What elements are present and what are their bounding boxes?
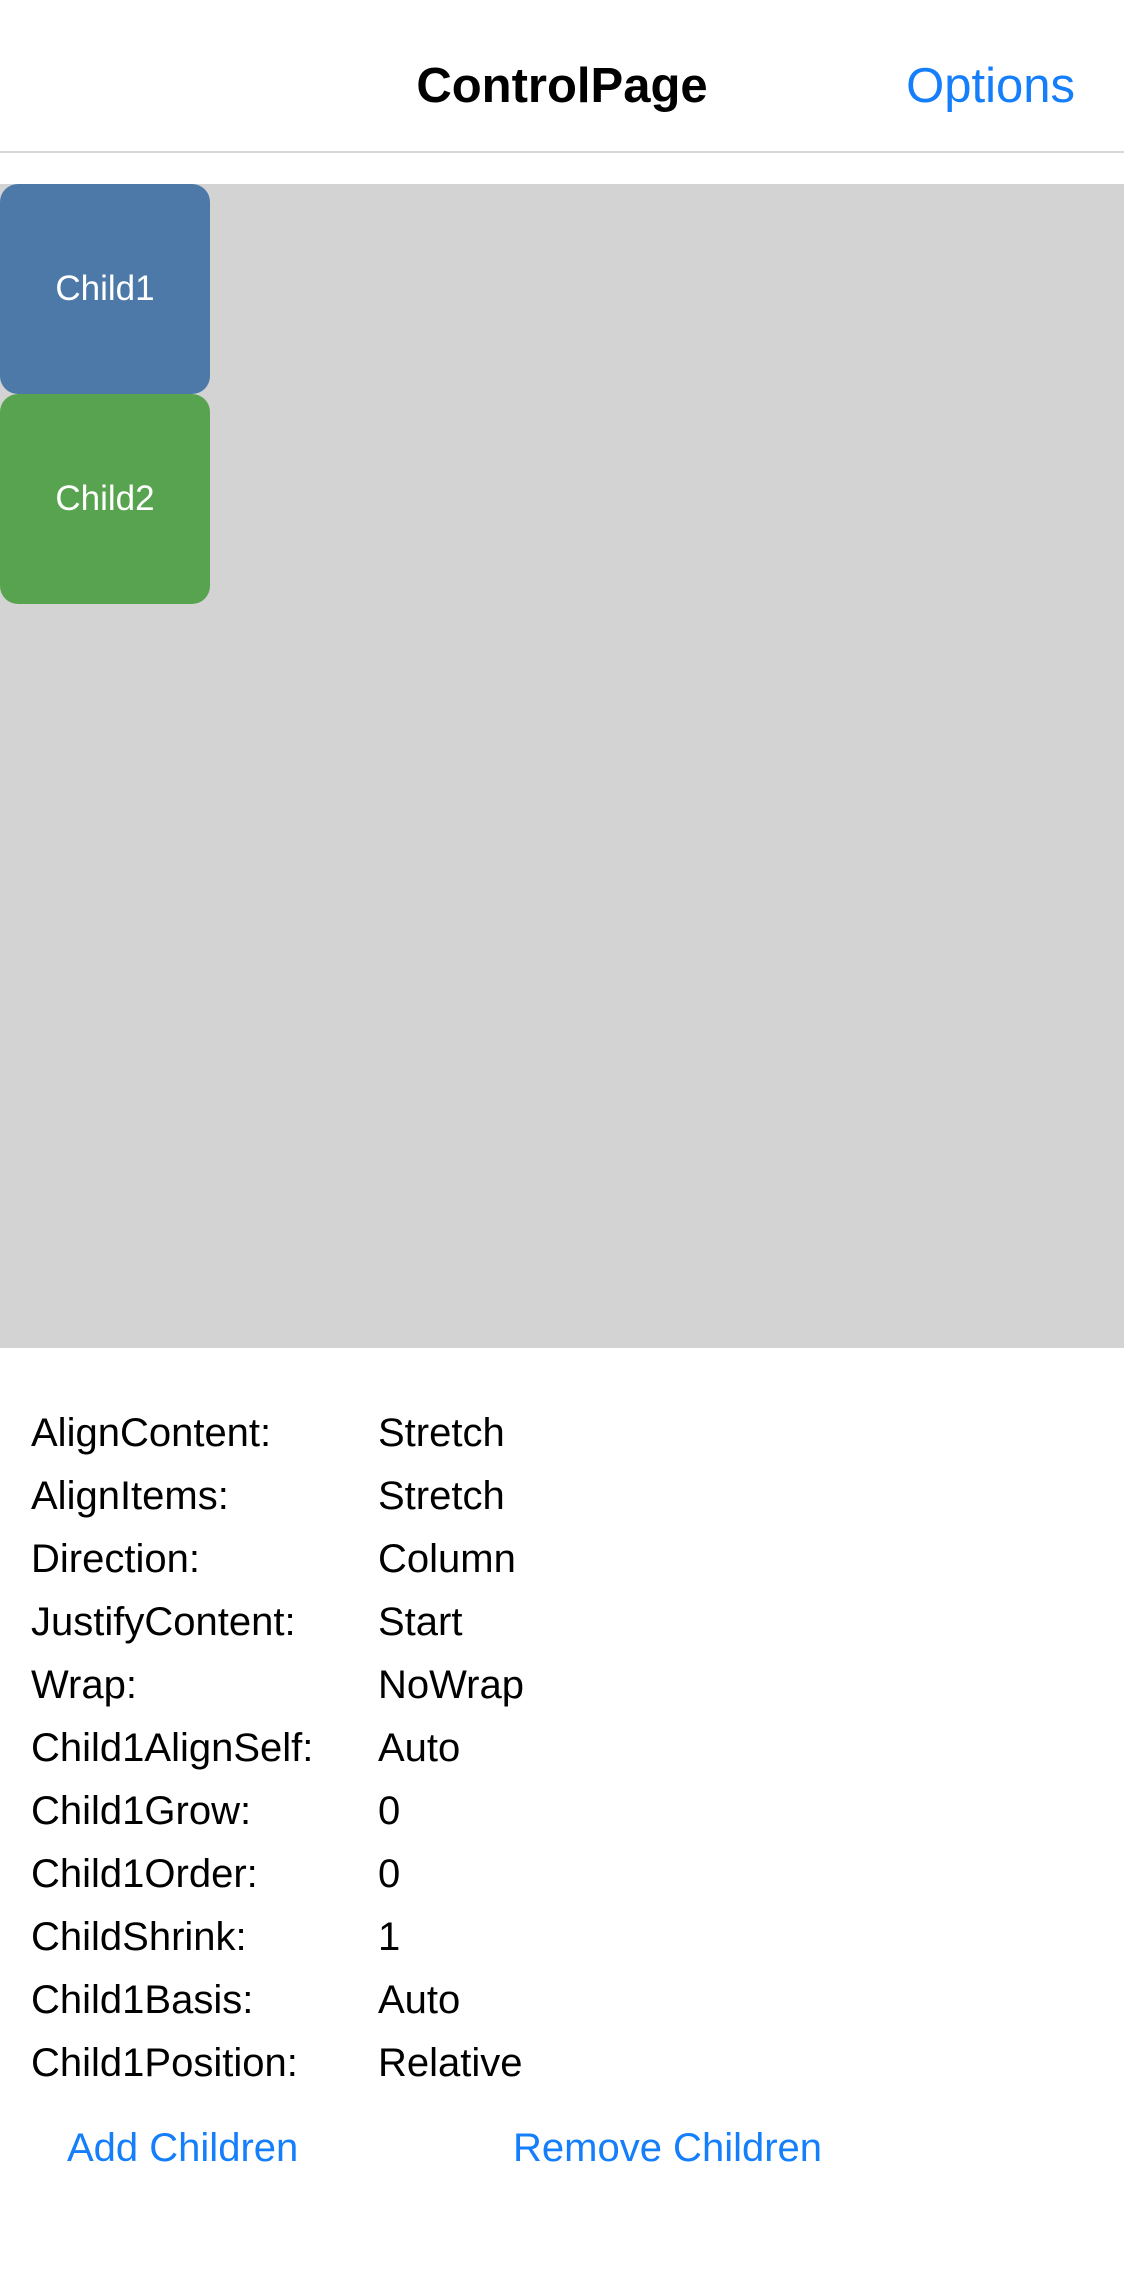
- add-children-button[interactable]: Add Children: [67, 2118, 298, 2178]
- property-label: JustifyContent:: [31, 1600, 296, 1644]
- property-value: Stretch: [378, 1474, 505, 1518]
- child2-box[interactable]: Child2: [0, 394, 210, 604]
- property-value: Relative: [378, 2041, 523, 2085]
- property-label: Child1Basis:: [31, 1978, 254, 2022]
- property-row-direction: Direction: Column: [31, 1528, 1091, 1591]
- child1-box[interactable]: Child1: [0, 184, 210, 394]
- properties-list: AlignContent: Stretch AlignItems: Stretc…: [31, 1402, 1091, 2095]
- property-label: AlignContent:: [31, 1411, 272, 1455]
- property-row-child1-position: Child1Position: Relative: [31, 2032, 1091, 2095]
- action-bar: Add Children Remove Children: [0, 2118, 1124, 2178]
- options-button[interactable]: Options: [906, 56, 1075, 116]
- property-row-child1-align-self: Child1AlignSelf: Auto: [31, 1717, 1091, 1780]
- property-row-wrap: Wrap: NoWrap: [31, 1654, 1091, 1717]
- property-value: 0: [378, 1789, 401, 1833]
- property-row-child1-grow: Child1Grow: 0: [31, 1780, 1091, 1843]
- property-value: Start: [378, 1600, 463, 1644]
- flex-layout-container: Child1 Child2: [0, 184, 1124, 1348]
- property-value: Stretch: [378, 1411, 505, 1455]
- property-value: Auto: [378, 1726, 461, 1770]
- property-label: Direction:: [31, 1537, 200, 1581]
- child2-label: Child2: [55, 479, 155, 518]
- navigation-bar: ControlPage Options: [0, 0, 1124, 153]
- property-label: Child1Order:: [31, 1852, 258, 1896]
- property-value: 0: [378, 1852, 401, 1896]
- property-label: Child1AlignSelf:: [31, 1726, 314, 1770]
- remove-children-button[interactable]: Remove Children: [513, 2118, 822, 2178]
- property-value: Auto: [378, 1978, 461, 2022]
- property-label: Child1Position:: [31, 2041, 298, 2085]
- child1-label: Child1: [55, 269, 155, 308]
- property-row-child1-order: Child1Order: 0: [31, 1843, 1091, 1906]
- property-label: Wrap:: [31, 1663, 137, 1707]
- property-row-child1-basis: Child1Basis: Auto: [31, 1969, 1091, 2032]
- property-row-justify-content: JustifyContent: Start: [31, 1591, 1091, 1654]
- property-label: AlignItems:: [31, 1474, 229, 1518]
- property-value: 1: [378, 1915, 401, 1959]
- property-label: Child1Grow:: [31, 1789, 252, 1833]
- property-value: NoWrap: [378, 1663, 524, 1707]
- property-value: Column: [378, 1537, 516, 1581]
- property-row-align-items: AlignItems: Stretch: [31, 1465, 1091, 1528]
- property-row-align-content: AlignContent: Stretch: [31, 1402, 1091, 1465]
- property-label: ChildShrink:: [31, 1915, 247, 1959]
- property-row-child-shrink: ChildShrink: 1: [31, 1906, 1091, 1969]
